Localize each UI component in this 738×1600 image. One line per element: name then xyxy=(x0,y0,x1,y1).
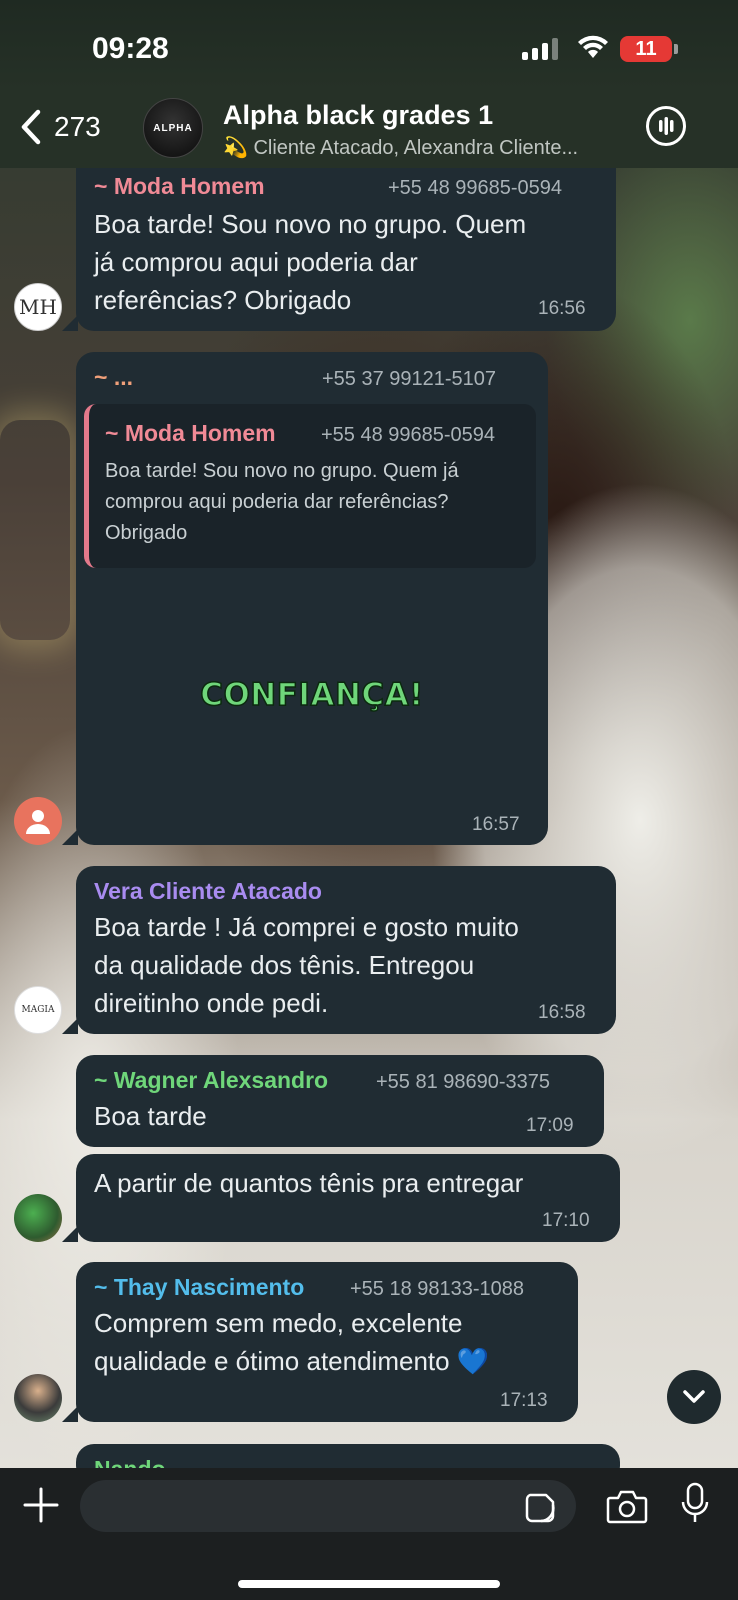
battery-icon: 11 xyxy=(620,36,678,62)
quoted-text: Boa tarde! Sou novo no grupo. Quem já co… xyxy=(105,460,459,544)
avatar[interactable] xyxy=(14,1374,62,1422)
message-sender-phone: +55 81 98690-3375 xyxy=(376,1071,551,1093)
wifi-icon xyxy=(576,34,610,65)
avatar[interactable] xyxy=(14,1194,62,1242)
bubble-tail xyxy=(62,315,78,331)
audio-wave-icon xyxy=(659,117,674,135)
message-time: 16:58 xyxy=(538,1002,586,1023)
message-input-bar xyxy=(0,1468,738,1600)
message-bubble[interactable]: ~ Wagner Alexsandro +55 81 98690-3375 Bo… xyxy=(76,1055,604,1147)
message-bubble[interactable]: A partir de quantos tênis pra entregar 1… xyxy=(76,1154,620,1242)
signal-icon xyxy=(522,38,558,60)
message-text: Boa tarde! Sou novo no grupo. Quem já co… xyxy=(94,209,527,315)
sticker-text: CONFIANÇA! xyxy=(199,676,424,714)
bubble-tail xyxy=(62,1018,78,1034)
attach-button[interactable] xyxy=(22,1486,60,1529)
avatar[interactable]: MH xyxy=(14,283,62,331)
message-sender: ~ Moda Homem xyxy=(94,173,265,199)
avatar-logo-text: MAGIA xyxy=(21,1005,55,1015)
bubble-tail xyxy=(62,1406,78,1422)
group-avatar-logo-text: ALPHA xyxy=(153,122,193,134)
chevron-left-icon xyxy=(21,109,41,145)
default-user-icon xyxy=(26,810,50,834)
message-text: A partir de quantos tênis pra entregar xyxy=(94,1168,524,1198)
message-text: Boa tarde ! Já comprei e gosto muito da … xyxy=(94,912,519,1018)
message-input[interactable] xyxy=(80,1480,576,1532)
message-sender: ~ ... xyxy=(94,364,133,390)
avatar[interactable]: MAGIA xyxy=(14,986,62,1034)
status-time: 09:28 xyxy=(92,32,169,65)
group-members-subtitle[interactable]: 💫 Cliente Atacado, Alexandra Cliente... xyxy=(223,135,633,160)
microphone-icon xyxy=(681,1482,709,1522)
message-sender: Vera Cliente Atacado xyxy=(94,878,322,904)
chevron-down-icon xyxy=(683,1390,705,1403)
chat-header: 273 ALPHA Alpha black grades 1 💫 Cliente… xyxy=(0,90,738,168)
message-sender: ~ Wagner Alexsandro xyxy=(94,1067,329,1093)
scroll-to-bottom-button[interactable] xyxy=(667,1370,721,1424)
avatar-initials: MH xyxy=(19,295,57,319)
camera-icon xyxy=(606,1490,648,1524)
plus-icon xyxy=(23,1487,59,1523)
quoted-sender: ~ Moda Homem xyxy=(105,420,276,446)
message-bubble[interactable]: ~ Moda Homem +55 48 99685-0594 Boa tarde… xyxy=(76,165,616,331)
avatar[interactable] xyxy=(14,797,62,845)
message-bubble[interactable]: ~ ... +55 37 99121-5107 ~ Moda Homem +55… xyxy=(76,352,548,845)
message-text: Comprem sem medo, excelente qualidade e … xyxy=(94,1308,490,1376)
message-sender-phone: +55 18 98133-1088 xyxy=(350,1278,525,1300)
message-time: 16:57 xyxy=(472,814,520,835)
unread-count: 273 xyxy=(54,111,101,142)
message-time: 16:56 xyxy=(538,298,586,319)
microphone-button[interactable] xyxy=(680,1482,710,1531)
group-call-button[interactable] xyxy=(646,106,686,146)
message-bubble[interactable]: Vera Cliente Atacado Boa tarde ! Já comp… xyxy=(76,866,616,1034)
home-indicator xyxy=(238,1580,500,1588)
camera-button[interactable] xyxy=(606,1488,648,1529)
quoted-sender-phone: +55 48 99685-0594 xyxy=(321,424,496,446)
message-sender: ~ Thay Nascimento xyxy=(94,1274,305,1300)
message-time: 17:09 xyxy=(526,1115,574,1136)
group-avatar[interactable]: ALPHA xyxy=(143,98,203,158)
bubble-tail xyxy=(62,1226,78,1242)
message-text: Boa tarde xyxy=(94,1101,207,1131)
sticker-button[interactable] xyxy=(524,1492,556,1529)
message-time: 17:13 xyxy=(500,1390,548,1411)
back-button[interactable]: 273 xyxy=(18,108,101,146)
status-bar: 09:28 11 xyxy=(0,0,738,90)
bubble-tail xyxy=(62,829,78,845)
quoted-message[interactable]: ~ Moda Homem +55 48 99685-0594 Boa tarde… xyxy=(84,404,536,568)
message-sender-phone: +55 48 99685-0594 xyxy=(388,177,563,199)
message-sender-phone: +55 37 99121-5107 xyxy=(322,368,497,390)
wallpaper-neon-glow xyxy=(0,420,70,640)
message-time: 17:10 xyxy=(542,1210,590,1231)
sticker-icon xyxy=(525,1493,555,1523)
group-title[interactable]: Alpha black grades 1 xyxy=(223,100,493,131)
message-bubble[interactable]: ~ Thay Nascimento +55 18 98133-1088 Comp… xyxy=(76,1262,578,1422)
